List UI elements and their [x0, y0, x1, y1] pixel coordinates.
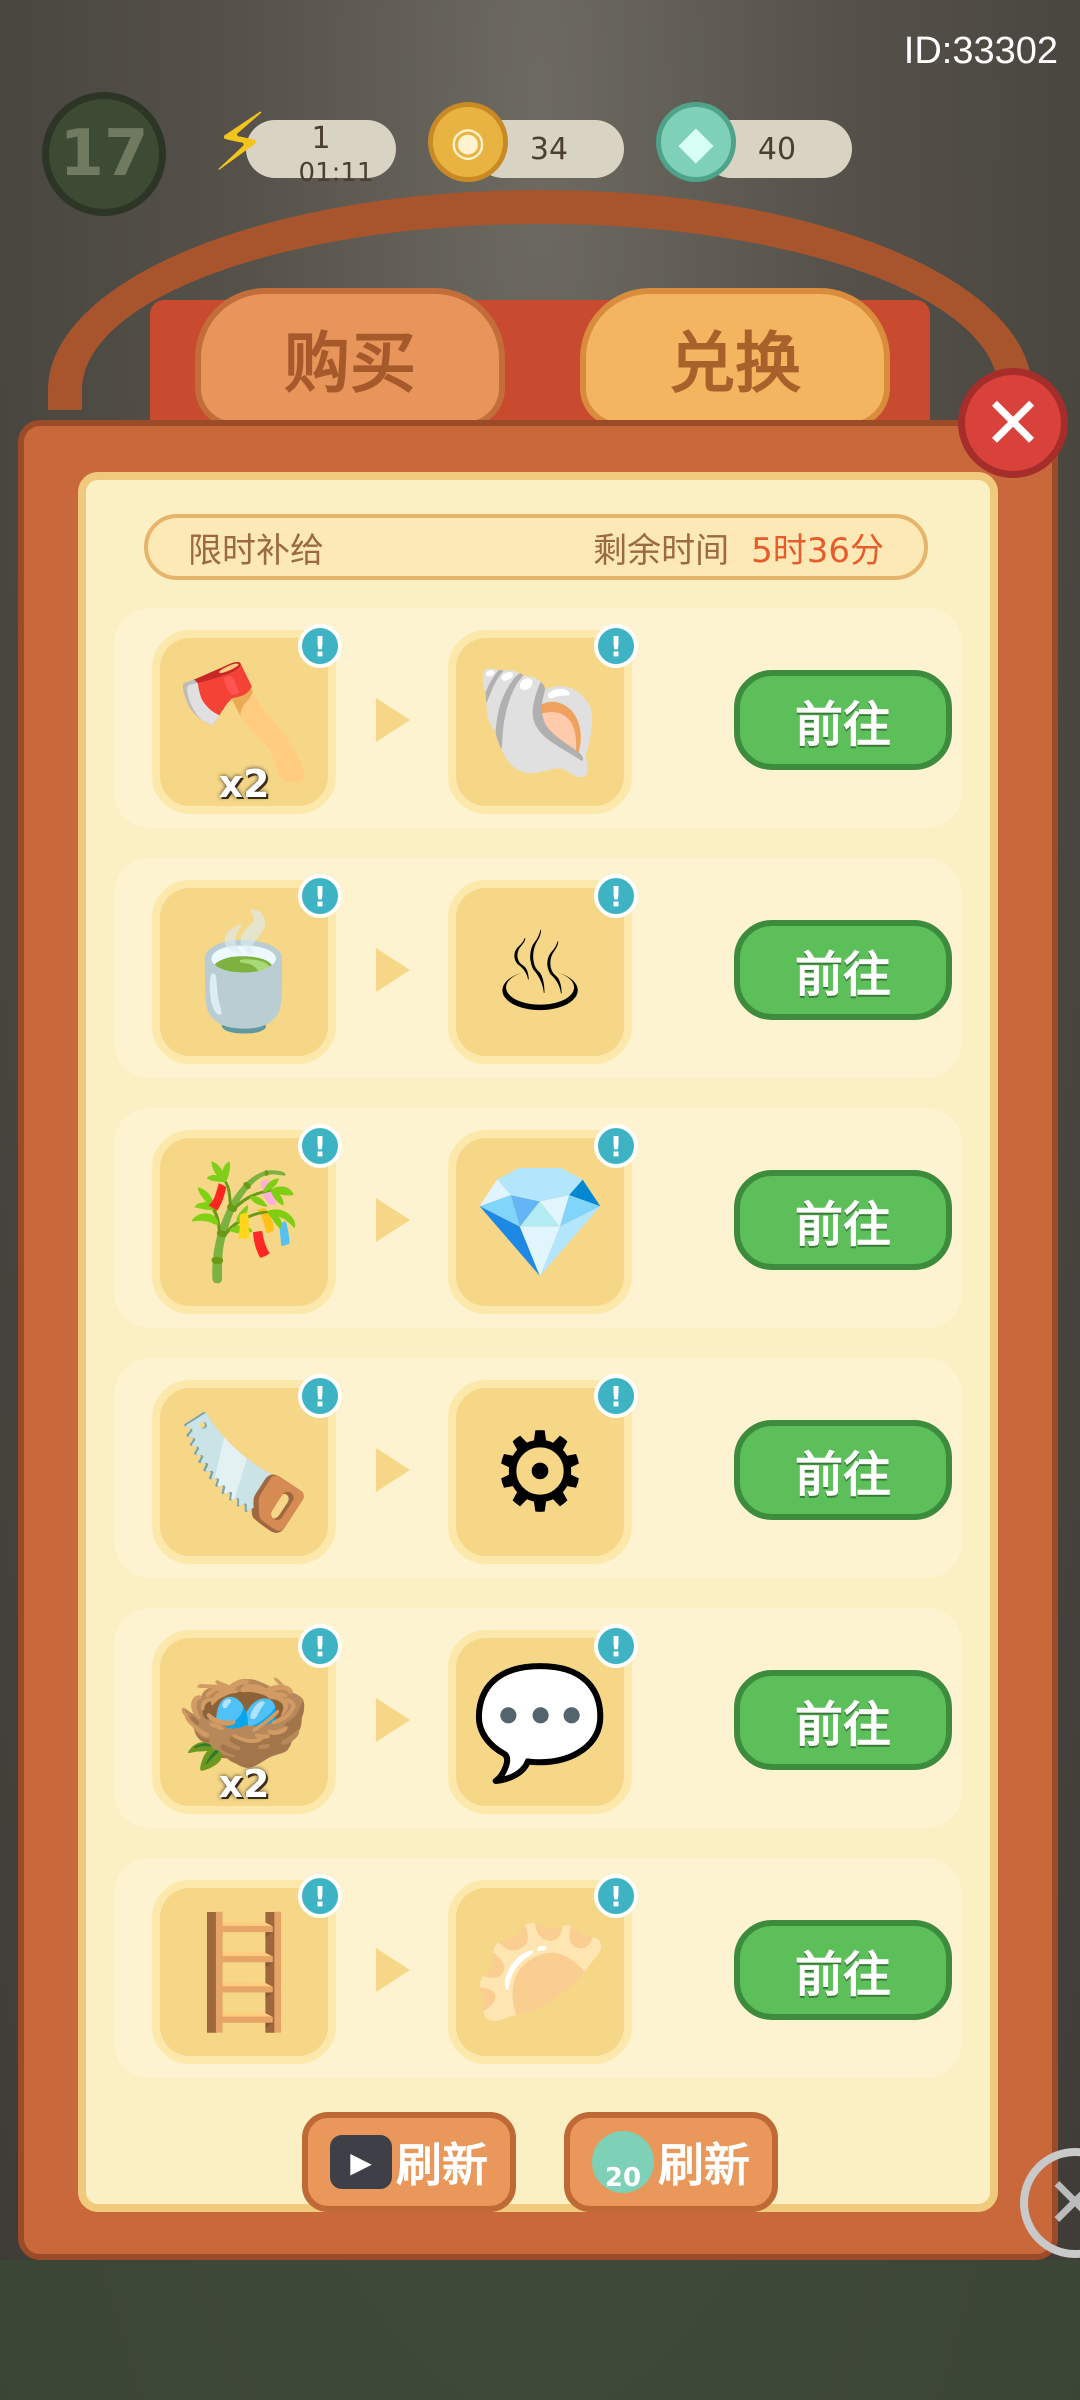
alert-icon: ! [298, 1374, 342, 1418]
alert-icon: ! [594, 874, 638, 918]
exchange-row: 🪓 ! x2 🐚 ! 前往 [114, 608, 962, 828]
remaining-time-label: 剩余时间 [593, 530, 730, 571]
dumpling-crate-icon: 🥟 [471, 1907, 609, 2036]
refresh-gem-label: 刷新 [658, 2138, 750, 2192]
limited-supply-banner: 限时补给 剩余时间 5时36分 [144, 514, 928, 580]
input-item-slot[interactable]: 🎋 ! [152, 1124, 342, 1314]
arrow-right-icon [376, 948, 410, 992]
refresh-bar: ▶ 刷新 20 刷新 [0, 2112, 1080, 2218]
background-ground [0, 2260, 1080, 2400]
gem-drop-icon: 20 [592, 2131, 654, 2193]
close-button[interactable]: ✕ [958, 368, 1068, 478]
remaining-time-value: 5时36分 [751, 530, 884, 571]
arrow-right-icon [376, 698, 410, 742]
input-item-slot[interactable]: 🪺 ! x2 [152, 1624, 342, 1814]
gem-drop-icon: ◆ [656, 102, 736, 182]
tab-exchange[interactable]: 兑换 [580, 288, 890, 428]
refresh-ad-button[interactable]: ▶ 刷新 [302, 2112, 516, 2212]
alert-icon: ! [594, 1124, 638, 1168]
arrow-right-icon [376, 1198, 410, 1242]
arrow-right-icon [376, 1948, 410, 1992]
energy-timer: 01:11 [298, 158, 374, 188]
alert-icon: ! [594, 1374, 638, 1418]
gem-cost-value: 20 [604, 2163, 642, 2193]
lightning-icon: ⚡ [211, 95, 269, 189]
input-item-slot[interactable]: 🍵 ! [152, 874, 342, 1064]
output-item-slot[interactable]: ♨ ! [448, 874, 638, 1064]
alert-icon: ! [298, 874, 342, 918]
arrow-right-icon [376, 1448, 410, 1492]
go-button[interactable]: 前往 [734, 920, 952, 1020]
alert-icon: ! [594, 1874, 638, 1918]
exchange-row: 🍵 ! ♨ ! 前往 [114, 858, 962, 1078]
output-item-slot[interactable]: 💬 ! [448, 1624, 638, 1814]
coin-icon: ◉ [428, 102, 508, 182]
bamboo-icon: 🎋 [175, 1157, 313, 1286]
go-button[interactable]: 前往 [734, 1420, 952, 1520]
go-button[interactable]: 前往 [734, 1670, 952, 1770]
tab-buy[interactable]: 购买 [195, 288, 505, 428]
output-item-slot[interactable]: 🥟 ! [448, 1874, 638, 2064]
gem-value: 40 [757, 131, 797, 167]
coin-value: 34 [529, 131, 569, 167]
item-quantity: x2 [218, 762, 270, 806]
alert-icon: ! [298, 1624, 342, 1668]
banner-title: 限时补给 [188, 530, 324, 571]
input-item-slot[interactable]: 🪚 ! [152, 1374, 342, 1564]
alert-icon: ! [594, 1624, 638, 1668]
alert-icon: ! [298, 1874, 342, 1918]
go-button[interactable]: 前往 [734, 1920, 952, 2020]
level-badge[interactable]: 17 [42, 92, 166, 216]
exchange-panel: 限时补给 剩余时间 5时36分 🪓 ! x2 🐚 ! 前往 🍵 ! ♨ ! 前往… [18, 420, 1058, 2260]
steamer-crate-icon: ♨ [490, 908, 590, 1036]
exchange-row: 🎋 ! 💎 ! 前往 [114, 1108, 962, 1328]
bamboo-frame-icon: 🪜 [175, 1907, 313, 2036]
speech-crate-icon: 💬 [471, 1657, 609, 1786]
exchange-row: 🪜 ! 🥟 ! 前往 [114, 1858, 962, 2078]
player-id: ID:33302 [903, 30, 1058, 72]
output-item-slot[interactable]: ⚙ ! [448, 1374, 638, 1564]
input-item-slot[interactable]: 🪜 ! [152, 1874, 342, 2064]
refresh-ad-label: 刷新 [396, 2138, 488, 2192]
output-item-slot[interactable]: 🐚 ! [448, 624, 638, 814]
output-item-slot[interactable]: 💎 ! [448, 1124, 638, 1314]
video-ad-icon: ▶ [330, 2135, 392, 2189]
alert-icon: ! [298, 1124, 342, 1168]
gem-chest-icon: 💎 [471, 1157, 609, 1286]
gears-crate-icon: ⚙ [490, 1408, 590, 1536]
item-quantity: x2 [218, 1762, 270, 1806]
shell-crate-icon: 🐚 [471, 657, 609, 786]
exchange-row: 🪺 ! x2 💬 ! 前往 [114, 1608, 962, 1828]
saw-icon: 🪚 [175, 1407, 313, 1536]
alert-icon: ! [594, 624, 638, 668]
go-button[interactable]: 前往 [734, 1170, 952, 1270]
panel-content: 限时补给 剩余时间 5时36分 🪓 ! x2 🐚 ! 前往 🍵 ! ♨ ! 前往… [78, 472, 998, 2212]
exchange-list: 🪓 ! x2 🐚 ! 前往 🍵 ! ♨ ! 前往 🎋 ! 💎 ! 前往 🪚 ! … [114, 608, 962, 2108]
alert-icon: ! [298, 624, 342, 668]
exchange-row: 🪚 ! ⚙ ! 前往 [114, 1358, 962, 1578]
go-button[interactable]: 前往 [734, 670, 952, 770]
energy-value: 1 [311, 120, 331, 156]
input-item-slot[interactable]: 🪓 ! x2 [152, 624, 342, 814]
matcha-bowl-icon: 🍵 [175, 907, 313, 1036]
arrow-right-icon [376, 1698, 410, 1742]
refresh-gem-button[interactable]: 20 刷新 [564, 2112, 778, 2212]
